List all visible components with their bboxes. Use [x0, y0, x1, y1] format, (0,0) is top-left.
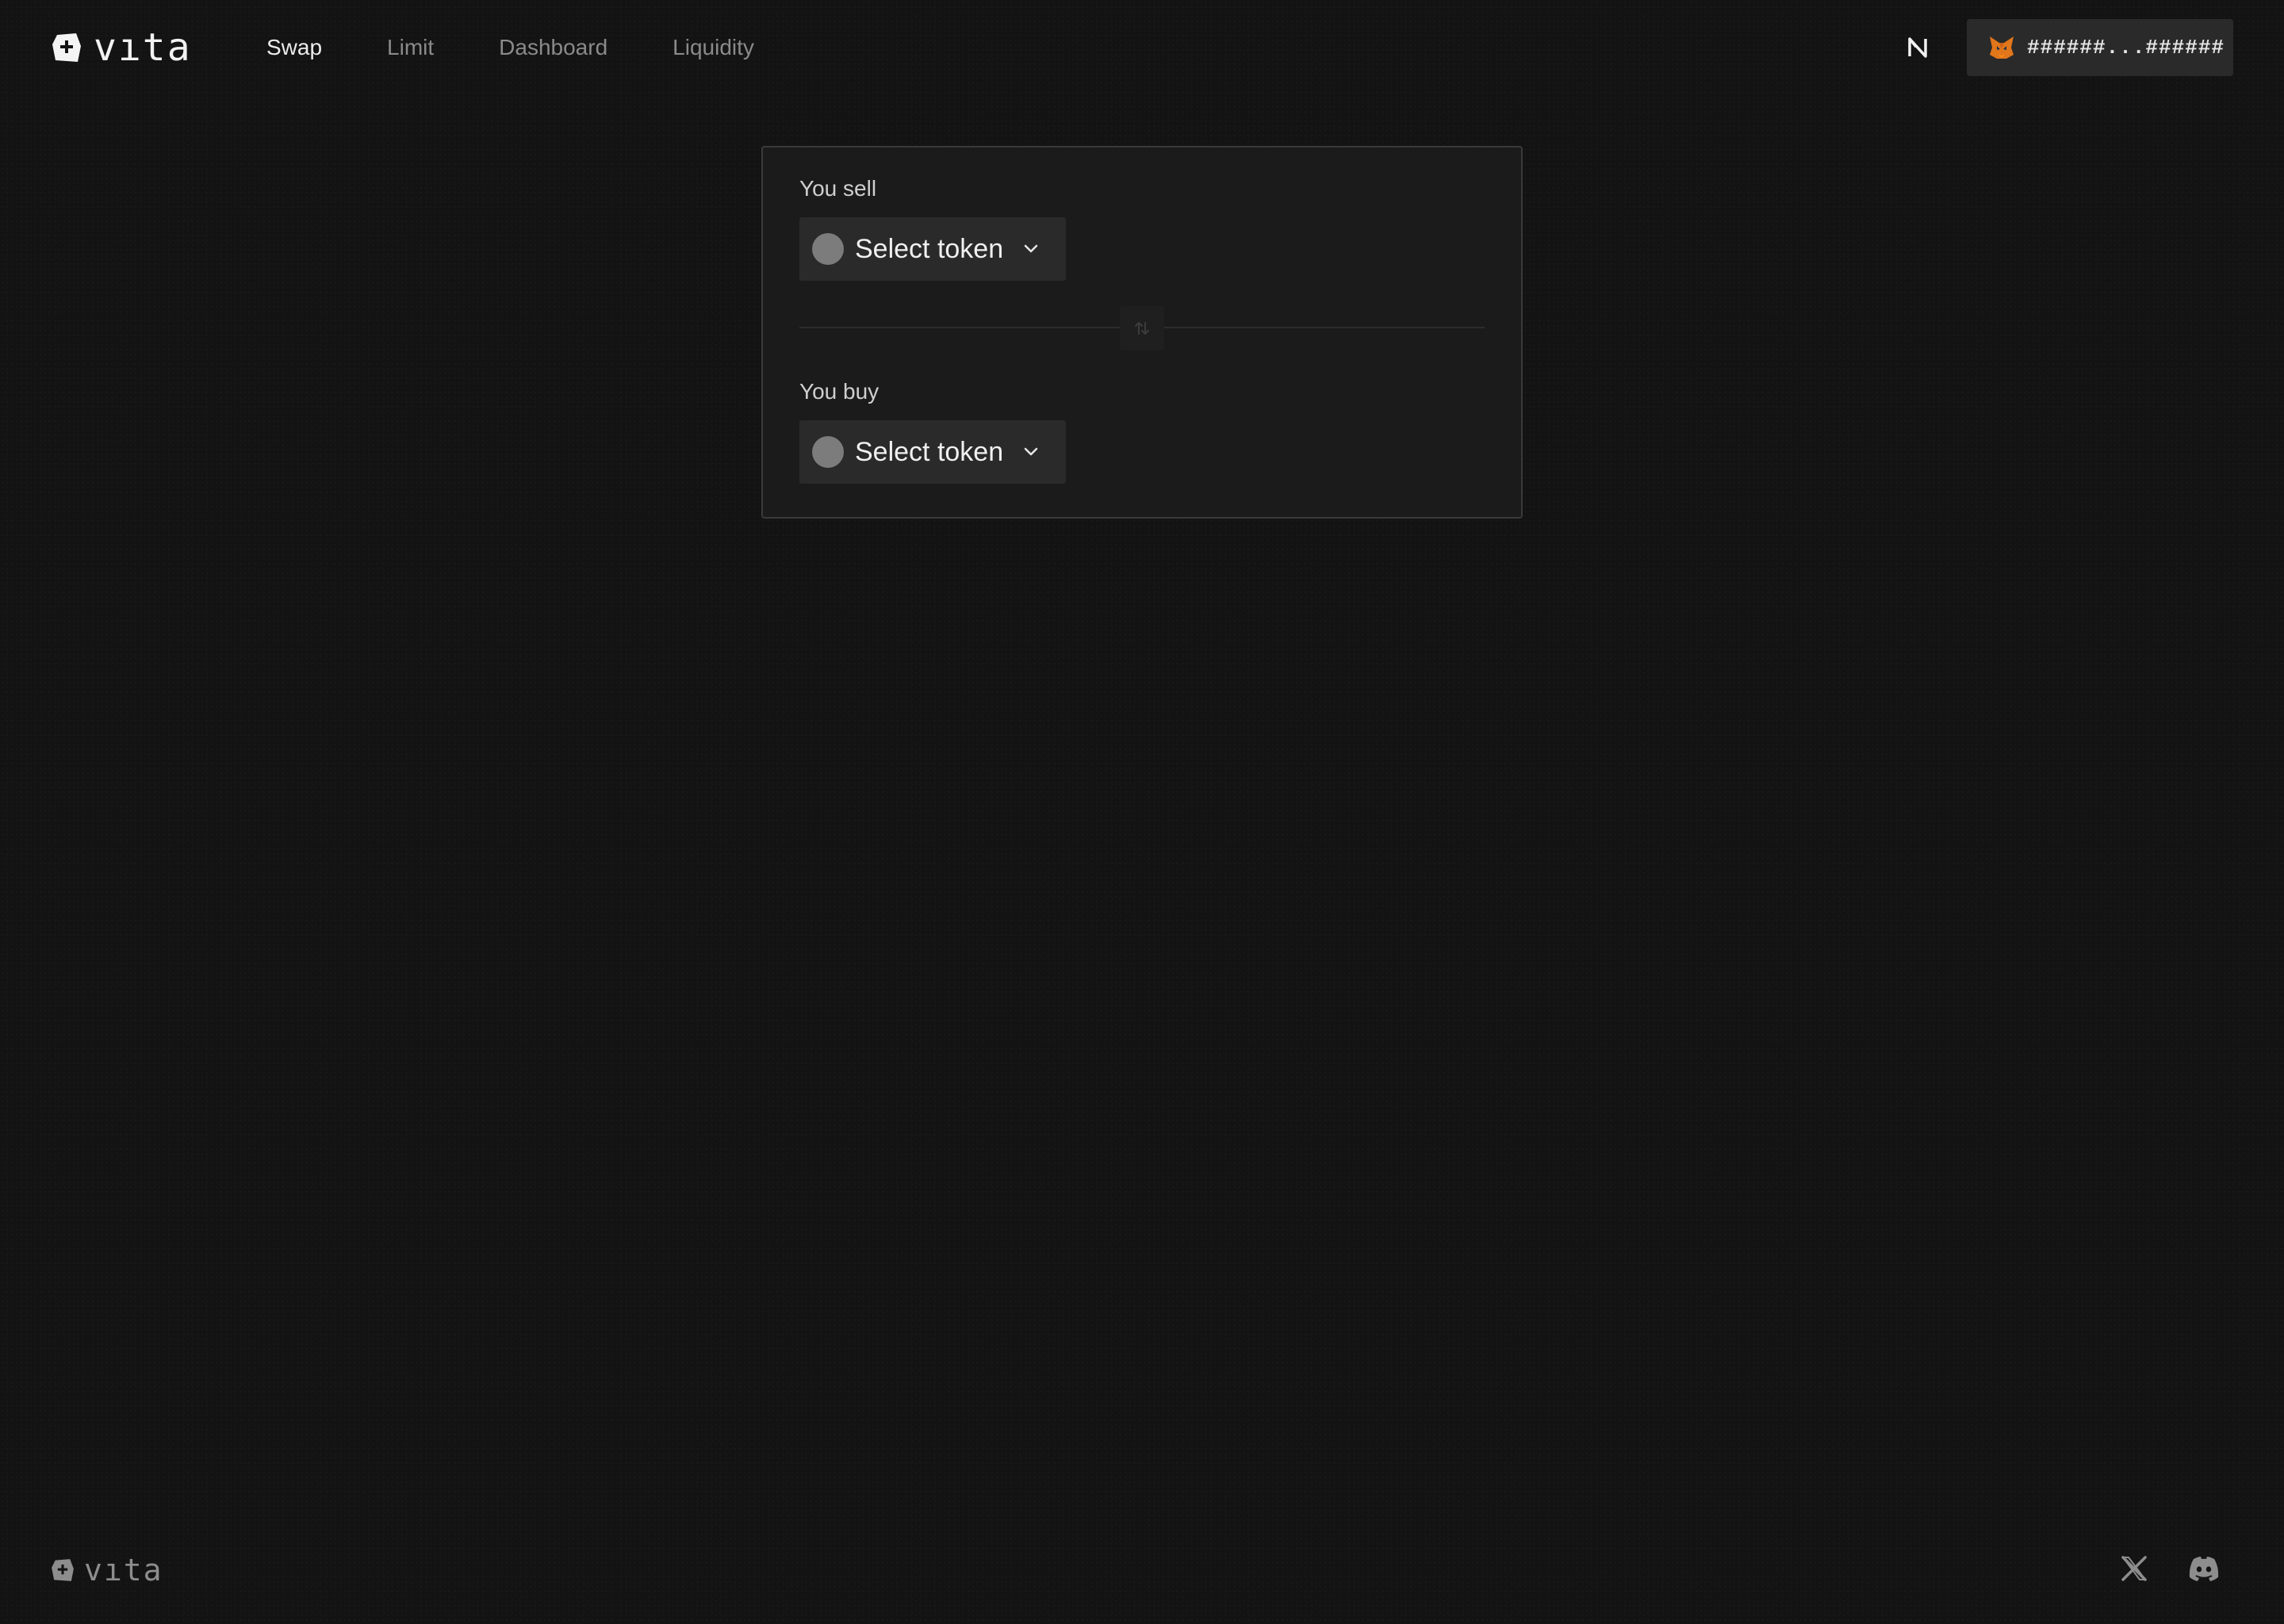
- sell-label: You sell: [799, 176, 877, 201]
- switch-tokens-button[interactable]: [1120, 306, 1164, 350]
- x-icon[interactable]: [2120, 1554, 2148, 1583]
- brand-logo[interactable]: vıta: [49, 29, 192, 67]
- discord-icon[interactable]: [2187, 1554, 2221, 1583]
- main-nav: Swap Limit Dashboard Liquidity: [266, 32, 819, 63]
- sell-token-label: Select token: [855, 233, 1004, 264]
- top-bar: vıta Swap Limit Dashboard Liquidity ####…: [0, 0, 2284, 95]
- nav-swap[interactable]: Swap: [266, 35, 322, 60]
- vita-logo-icon: [52, 33, 81, 62]
- nav-liquidity[interactable]: Liquidity: [673, 35, 754, 60]
- token-placeholder-icon: [812, 233, 844, 265]
- wallet-button[interactable]: ######...######: [1967, 19, 2233, 76]
- token-placeholder-icon: [812, 436, 844, 468]
- metamask-fox-icon: [1990, 36, 2014, 59]
- wallet-address: ######...######: [2027, 36, 2225, 59]
- footer-brand-name: vıta: [84, 1553, 163, 1588]
- chevron-down-icon: [1024, 447, 1038, 456]
- buy-token-select[interactable]: Select token: [799, 420, 1066, 484]
- swap-card: You sell Select token You buy Select tok…: [761, 146, 1523, 519]
- chevron-down-icon: [1024, 244, 1038, 253]
- near-icon[interactable]: [1905, 35, 1930, 60]
- nav-dashboard[interactable]: Dashboard: [499, 35, 607, 60]
- nav-limit[interactable]: Limit: [387, 35, 434, 60]
- swap-arrows-icon: [1135, 322, 1149, 335]
- buy-label: You buy: [799, 379, 879, 404]
- buy-token-label: Select token: [855, 436, 1004, 467]
- sell-token-select[interactable]: Select token: [799, 217, 1066, 281]
- vita-logo-icon: [52, 1559, 74, 1581]
- brand-name: vıta: [94, 25, 192, 70]
- footer-logo[interactable]: vıta: [49, 1553, 163, 1588]
